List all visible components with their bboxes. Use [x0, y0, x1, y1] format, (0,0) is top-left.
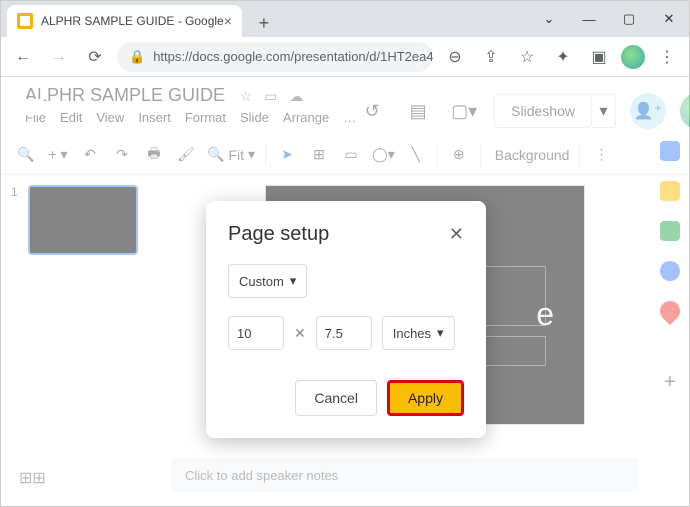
apply-button[interactable]: Apply: [387, 380, 464, 416]
chevron-down-icon[interactable]: ⌄: [529, 1, 569, 37]
new-tab-button[interactable]: +: [250, 9, 278, 37]
width-input[interactable]: [228, 316, 284, 350]
dialog-title: Page setup: [228, 223, 329, 246]
reload-button[interactable]: ⟳: [81, 43, 109, 71]
tab-close-icon[interactable]: ×: [224, 13, 232, 29]
url-text: https://docs.google.com/presentation/d/1…: [153, 49, 433, 64]
tab-title: ALPHR SAMPLE GUIDE - Google: [41, 14, 224, 28]
window-controls: ⌄ — ▢ ✕: [529, 1, 689, 37]
chevron-down-icon: ▾: [290, 273, 297, 289]
format-dropdown[interactable]: Custom ▾: [228, 264, 307, 298]
unit-value: Inches: [393, 326, 431, 341]
extensions-icon[interactable]: ✦: [549, 43, 577, 71]
height-input[interactable]: [316, 316, 372, 350]
browser-toolbar: ← → ⟳ 🔒 https://docs.google.com/presenta…: [1, 37, 689, 77]
side-panel-icon[interactable]: ▣: [585, 43, 613, 71]
cancel-button[interactable]: Cancel: [295, 380, 377, 416]
share-icon[interactable]: ⇪: [477, 43, 505, 71]
back-button[interactable]: ←: [9, 43, 37, 71]
forward-button[interactable]: →: [45, 43, 73, 71]
format-value: Custom: [239, 274, 284, 289]
dialog-close-icon[interactable]: ✕: [449, 224, 464, 245]
browser-tab[interactable]: ALPHR SAMPLE GUIDE - Google ×: [7, 5, 242, 37]
times-icon: ✕: [294, 325, 306, 342]
page-setup-dialog: Page setup ✕ Custom ▾ ✕ Inches ▾ Cancel …: [206, 201, 486, 438]
bookmark-icon[interactable]: ☆: [513, 43, 541, 71]
browser-titlebar: ALPHR SAMPLE GUIDE - Google × + ⌄ — ▢ ✕: [1, 1, 689, 37]
address-bar[interactable]: 🔒 https://docs.google.com/presentation/d…: [117, 42, 433, 72]
zoom-icon[interactable]: ⊖: [441, 43, 469, 71]
unit-dropdown[interactable]: Inches ▾: [382, 316, 455, 350]
chevron-down-icon: ▾: [437, 325, 444, 341]
maximize-icon[interactable]: ▢: [609, 1, 649, 37]
slides-favicon: [17, 13, 33, 29]
close-window-icon[interactable]: ✕: [649, 1, 689, 37]
minimize-icon[interactable]: —: [569, 1, 609, 37]
profile-avatar[interactable]: [621, 45, 645, 69]
kebab-menu-icon[interactable]: ⋮: [653, 43, 681, 71]
lock-icon: 🔒: [129, 49, 145, 65]
